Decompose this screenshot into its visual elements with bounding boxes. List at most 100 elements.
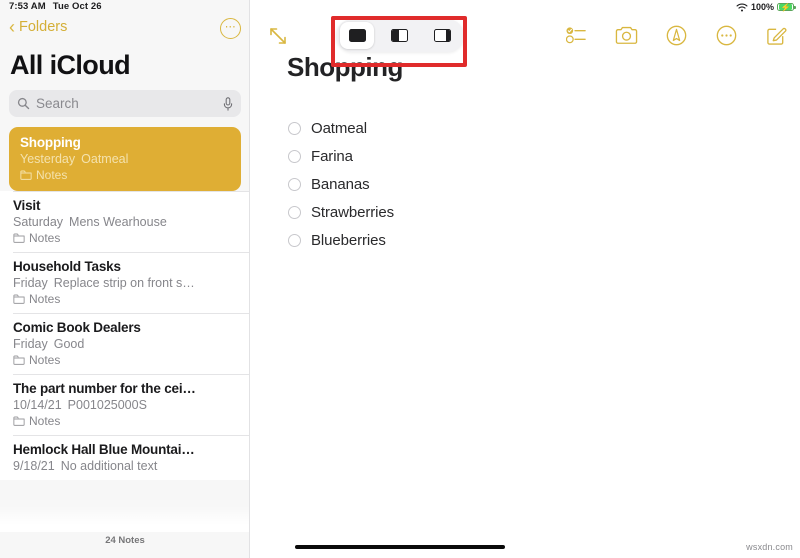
- note-folder: Notes: [20, 168, 229, 182]
- page-title: All iCloud: [10, 50, 131, 80]
- note-checklist[interactable]: Oatmeal Farina Bananas Strawberries Blue…: [288, 114, 708, 254]
- note-title: Hemlock Hall Blue Mountai…: [13, 442, 195, 457]
- list-item[interactable]: Comic Book Dealers Friday Good Notes: [0, 313, 249, 374]
- note-folder: Notes: [13, 292, 238, 306]
- folder-icon: [13, 294, 25, 304]
- note-subtitle: Friday Good: [13, 337, 238, 351]
- battery-charging-icon: ⚡: [777, 2, 796, 12]
- note-title: Visit: [13, 198, 41, 213]
- compose-icon: [766, 27, 786, 45]
- note-preview: Mens Wearhouse: [69, 215, 167, 229]
- expand-diagonal-arrows-icon[interactable]: [268, 26, 288, 46]
- note-date: 9/18/21: [13, 459, 55, 473]
- checkbox-circle-icon[interactable]: [288, 177, 301, 191]
- note-preview: Good: [53, 337, 85, 351]
- note-subtitle: Friday Replace strip on front s…: [13, 276, 238, 290]
- search-input[interactable]: Search: [9, 90, 241, 117]
- folder-icon: [13, 233, 25, 243]
- note-folder-label: Notes: [29, 231, 61, 245]
- ellipsis-circle-icon: [716, 25, 736, 45]
- note-folder-label: Notes: [36, 168, 68, 182]
- note-preview: P001025000S: [67, 398, 147, 412]
- battery-percent-label: 100%: [750, 2, 774, 12]
- status-bar-left: 7:53 AM Tue Oct 26: [9, 1, 102, 12]
- checklist-item-label: Bananas: [311, 175, 370, 193]
- note-title: Comic Book Dealers: [13, 320, 141, 335]
- status-bar-right: 100% ⚡: [736, 0, 796, 14]
- checkbox-circle-icon[interactable]: [288, 149, 301, 163]
- note-detail-pane: Shopping Oatmeal Farina Bananas Strawber…: [251, 0, 800, 558]
- compose-button[interactable]: [764, 23, 788, 47]
- search-placeholder: Search: [36, 96, 79, 111]
- camera-button[interactable]: [614, 23, 638, 47]
- note-date: Yesterday: [20, 152, 76, 166]
- folder-icon: [20, 170, 32, 180]
- status-date: Tue Oct 26: [52, 1, 102, 12]
- back-to-folders-button[interactable]: ‹ Folders: [9, 16, 68, 37]
- status-time: 7:53 AM: [9, 1, 46, 12]
- note-date: 10/14/21: [13, 398, 62, 412]
- slide-over-icon: [434, 29, 452, 42]
- list-item[interactable]: Shopping Yesterday Oatmeal Notes: [9, 127, 241, 191]
- sidebar-toolbar: ‹ Folders ⋯: [0, 16, 249, 48]
- folder-icon: [13, 416, 25, 426]
- multitask-option-split-view[interactable]: [383, 22, 417, 49]
- split-view-icon: [391, 29, 409, 42]
- note-title: Household Tasks: [13, 259, 121, 274]
- notes-list[interactable]: Shopping Yesterday Oatmeal Notes Visit Sa…: [0, 127, 249, 523]
- status-bar: 7:53 AM Tue Oct 26 100% ⚡: [0, 0, 800, 14]
- checkbox-circle-icon[interactable]: [288, 205, 301, 219]
- checklist-item-label: Farina: [311, 147, 353, 165]
- checklist-item[interactable]: Farina: [288, 142, 708, 170]
- note-folder-label: Notes: [29, 292, 61, 306]
- note-preview: Replace strip on front s…: [53, 276, 195, 290]
- checkbox-circle-icon[interactable]: [288, 233, 301, 247]
- note-date: Saturday: [13, 215, 64, 229]
- list-item[interactable]: Visit Saturday Mens Wearhouse Notes: [0, 191, 249, 252]
- folder-icon: [13, 355, 25, 365]
- notes-count-label: 24 Notes: [105, 535, 145, 546]
- checklist-item-label: Blueberries: [311, 231, 386, 249]
- ipad-notes-screen: ‹ Folders ⋯ All iCloud Search Shopping Y…: [0, 0, 800, 558]
- note-folder: Notes: [13, 414, 238, 428]
- list-item[interactable]: Hemlock Hall Blue Mountai… 9/18/21 No add…: [0, 435, 249, 480]
- note-subtitle: Yesterday Oatmeal: [20, 152, 229, 166]
- camera-icon: [615, 26, 637, 44]
- note-title: The part number for the cei…: [13, 381, 196, 396]
- checklist-item[interactable]: Strawberries: [288, 198, 708, 226]
- checklist-item[interactable]: Blueberries: [288, 226, 708, 254]
- checkbox-circle-icon[interactable]: [288, 121, 301, 135]
- full-screen-icon: [348, 29, 366, 42]
- note-title: Shopping: [20, 135, 81, 150]
- checklist-icon: [565, 27, 586, 44]
- detail-toolbar: [251, 14, 800, 67]
- checklist-item[interactable]: Oatmeal: [288, 114, 708, 142]
- watermark: wsxdn.com: [746, 542, 793, 552]
- multitasking-control[interactable]: [336, 19, 464, 52]
- note-date: Friday: [13, 337, 48, 351]
- multitask-option-slide-over[interactable]: [426, 22, 460, 49]
- markup-button[interactable]: [664, 23, 688, 47]
- microphone-icon[interactable]: [223, 96, 233, 111]
- checklist-button[interactable]: [564, 23, 588, 47]
- note-folder: Notes: [13, 231, 238, 245]
- chevron-left-icon: ‹: [9, 16, 15, 37]
- note-folder: Notes: [13, 353, 238, 367]
- list-item[interactable]: The part number for the cei… 10/14/21 P00…: [0, 374, 249, 435]
- note-date: Friday: [13, 276, 48, 290]
- note-folder-label: Notes: [29, 353, 61, 367]
- detail-toolbar-actions: [564, 23, 788, 47]
- checklist-item-label: Strawberries: [311, 203, 394, 221]
- note-subtitle: Saturday Mens Wearhouse: [13, 215, 238, 229]
- markup-pen-icon: [666, 25, 686, 45]
- checklist-item[interactable]: Bananas: [288, 170, 708, 198]
- note-preview: Oatmeal: [81, 152, 129, 166]
- multitask-option-full-screen[interactable]: [340, 22, 375, 49]
- back-to-folders-label: Folders: [19, 19, 68, 35]
- list-item[interactable]: Household Tasks Friday Replace strip on f…: [0, 252, 249, 313]
- sidebar-more-button[interactable]: ⋯: [220, 18, 241, 39]
- home-indicator[interactable]: [295, 545, 505, 549]
- more-button[interactable]: [714, 23, 738, 47]
- note-subtitle: 9/18/21 No additional text: [13, 459, 238, 473]
- search-icon: [17, 97, 30, 110]
